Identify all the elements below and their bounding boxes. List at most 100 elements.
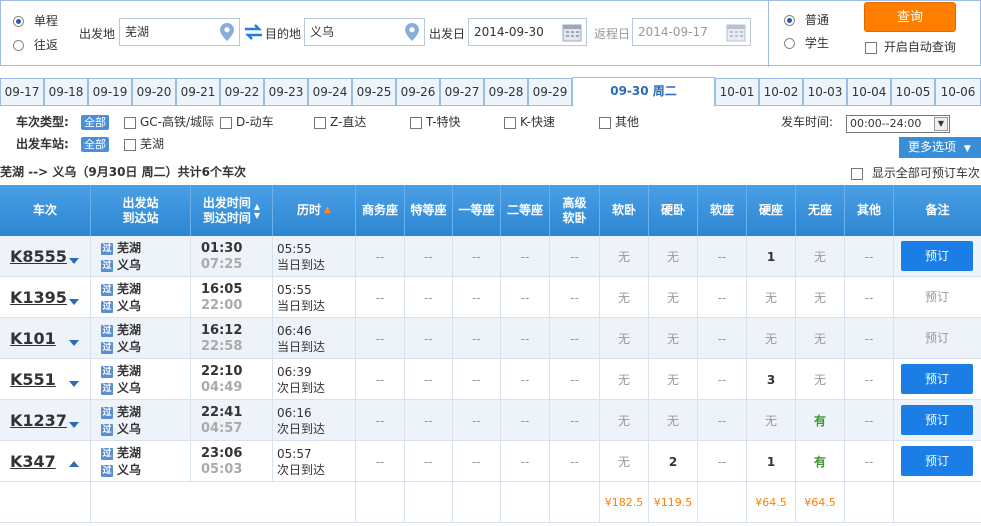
to-station-name: 义乌	[117, 381, 142, 395]
price-soft-sleeper: ¥182.5	[600, 482, 649, 523]
date-tab[interactable]: 09-28	[484, 78, 528, 106]
duration-cell: 05:55 当日到达	[273, 236, 356, 277]
seat-second: --	[501, 277, 550, 318]
date-tab[interactable]: 09-19	[88, 78, 132, 106]
date-tab[interactable]: 09-29	[528, 78, 572, 106]
calendar-icon[interactable]	[562, 23, 582, 42]
train-number-link[interactable]: K8555	[10, 247, 67, 266]
col-hs-a: 高级	[562, 195, 587, 210]
to-station: 过义乌	[101, 462, 141, 478]
pass-station-icon: 过	[101, 324, 113, 337]
date-tab[interactable]: 09-22	[220, 78, 264, 106]
route-text: 芜湖 --> 义乌（9月30日 周二）共计	[0, 165, 202, 179]
type-normal-radio[interactable]	[784, 15, 795, 26]
col-train[interactable]: 车次	[0, 185, 91, 236]
date-tab[interactable]: 09-17	[0, 78, 44, 106]
auto-query-option[interactable]: 开启自动查询	[865, 38, 956, 55]
trip-single-radio[interactable]	[13, 16, 24, 27]
date-tab[interactable]: 10-02	[759, 78, 803, 106]
col-high-soft-sleeper: 高级 软卧	[550, 185, 600, 236]
filter-station-wuhu[interactable]: 芜湖	[124, 134, 164, 154]
book-button[interactable]: 预订	[901, 405, 973, 435]
depart-time-select[interactable]: 00:00--24:00 ▼	[846, 115, 950, 133]
trip-round-radio[interactable]	[13, 40, 24, 51]
seat-high-soft-sleeper: --	[550, 318, 600, 359]
filter-type-t[interactable]: T-特快	[410, 112, 461, 132]
train-number-link[interactable]: K1395	[10, 288, 67, 307]
show-all-checkbox[interactable]	[851, 167, 863, 180]
date-tab[interactable]: 09-27	[440, 78, 484, 106]
to-station-name: 义乌	[117, 422, 142, 436]
expand-arrow-icon[interactable]	[69, 299, 79, 305]
type-normal-option[interactable]: 普通	[784, 11, 829, 28]
checkbox[interactable]	[410, 116, 422, 129]
date-tab[interactable]: 09-18	[44, 78, 88, 106]
checkbox[interactable]	[220, 116, 232, 129]
date-tab[interactable]: 09-25	[352, 78, 396, 106]
auto-query-checkbox[interactable]	[865, 41, 877, 54]
train-number-link[interactable]: K551	[10, 370, 56, 389]
date-tab[interactable]: 10-05	[891, 78, 935, 106]
train-type-all-button[interactable]: 全部	[81, 115, 109, 130]
filter-type-d[interactable]: D-动车	[220, 112, 274, 132]
show-all-option[interactable]: 显示全部可预订车次	[851, 164, 980, 181]
date-tab-active[interactable]: 09-30 周二	[572, 77, 715, 107]
book-button[interactable]: 预订	[901, 241, 973, 271]
checkbox[interactable]	[124, 138, 136, 151]
collapse-arrow-icon[interactable]	[69, 461, 79, 467]
to-station-field[interactable]: 义乌	[304, 18, 425, 46]
return-date-field[interactable]: 2014-09-17	[632, 18, 751, 46]
date-tab[interactable]: 09-21	[176, 78, 220, 106]
checkbox[interactable]	[124, 116, 136, 129]
time-cell: 23:06 05:03	[191, 441, 273, 482]
filter-type-other[interactable]: 其他	[599, 112, 639, 132]
col-station-a: 出发站	[122, 195, 159, 210]
date-tab[interactable]: 09-20	[132, 78, 176, 106]
trip-round-option[interactable]: 往返	[13, 36, 58, 53]
date-tab[interactable]: 10-01	[715, 78, 759, 106]
arrive-time: 22:00	[201, 298, 243, 313]
date-tab[interactable]: 10-04	[847, 78, 891, 106]
checkbox[interactable]	[599, 116, 611, 129]
seat-first: --	[453, 400, 501, 441]
expand-arrow-icon[interactable]	[69, 258, 79, 264]
book-button[interactable]: 预订	[901, 446, 973, 476]
date-tab[interactable]: 09-23	[264, 78, 308, 106]
depart-date-field[interactable]: 2014-09-30	[468, 18, 587, 46]
checkbox[interactable]	[504, 116, 516, 129]
type-student-radio[interactable]	[784, 38, 795, 49]
calendar-icon[interactable]	[726, 23, 746, 42]
train-number-link[interactable]: K347	[10, 452, 56, 471]
checkbox[interactable]	[314, 116, 326, 129]
location-pin-icon	[220, 23, 234, 41]
date-tab[interactable]: 09-24	[308, 78, 352, 106]
type-student-option[interactable]: 学生	[784, 34, 829, 51]
arrive-time: 04:49	[201, 380, 243, 395]
train-number-link[interactable]: K101	[10, 329, 56, 348]
date-tab[interactable]: 10-06	[935, 78, 981, 106]
seat-other: --	[845, 236, 894, 277]
seat-soft-sleeper: 无	[600, 359, 649, 400]
expand-arrow-icon[interactable]	[69, 340, 79, 346]
filter-type-k[interactable]: K-快速	[504, 112, 555, 132]
book-button[interactable]: 预订	[901, 364, 973, 394]
date-tab[interactable]: 09-26	[396, 78, 440, 106]
station-all-button[interactable]: 全部	[81, 137, 109, 152]
col-time[interactable]: 出发时间 到达时间 ▲ ▼	[191, 185, 273, 236]
more-options-button[interactable]: 更多选项 ▼	[899, 137, 981, 158]
col-duration[interactable]: 历时 ▲	[273, 185, 356, 236]
seat-hard-sleeper: 无	[649, 359, 698, 400]
query-button[interactable]: 查询	[864, 2, 956, 32]
expand-arrow-icon[interactable]	[69, 422, 79, 428]
col-station[interactable]: 出发站 到达站	[91, 185, 191, 236]
expand-arrow-icon[interactable]	[69, 381, 79, 387]
filter-type-gc[interactable]: GC-高铁/城际	[124, 112, 214, 132]
train-number-link[interactable]: K1237	[10, 411, 67, 430]
from-station-field[interactable]: 芜湖	[119, 18, 240, 46]
trip-single-option[interactable]: 单程	[13, 12, 58, 29]
date-tab[interactable]: 10-03	[803, 78, 847, 106]
swap-icon[interactable]	[244, 23, 263, 41]
price-cell-empty	[91, 482, 356, 523]
filter-type-z[interactable]: Z-直达	[314, 112, 366, 132]
col-hard-sleeper-label: 硬卧	[660, 203, 685, 217]
